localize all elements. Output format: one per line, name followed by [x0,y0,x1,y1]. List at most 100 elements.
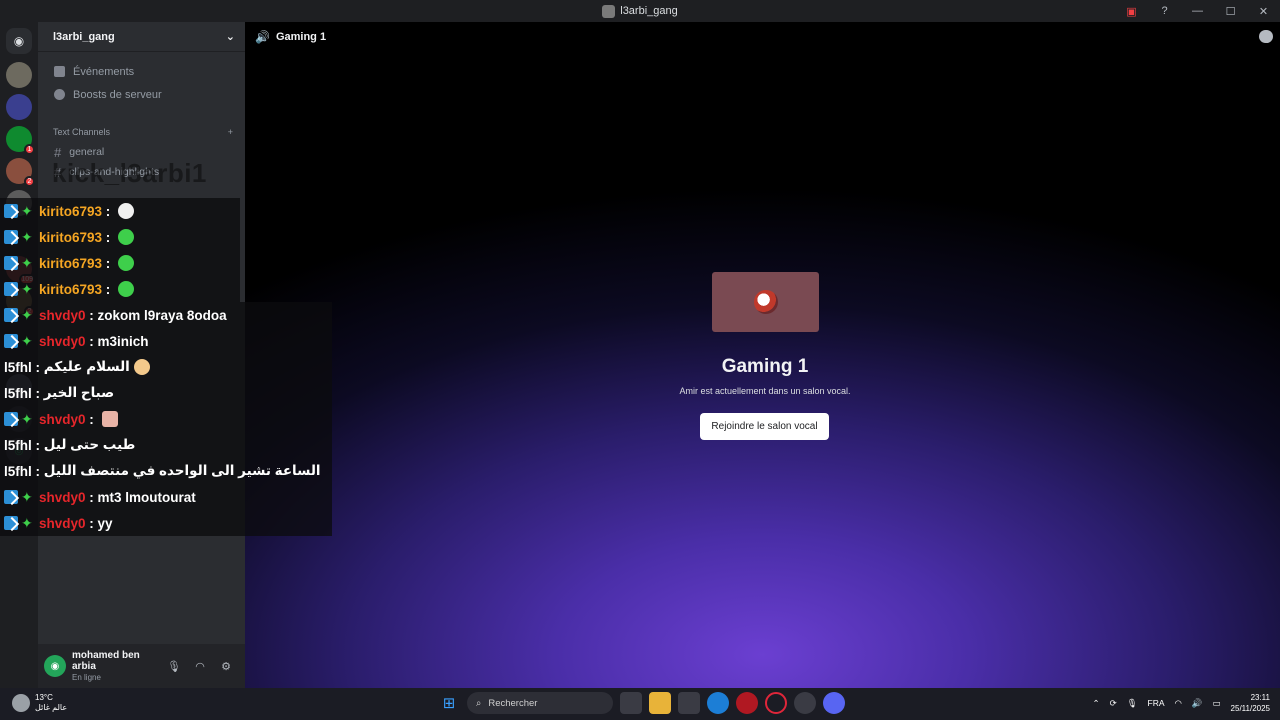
microphone-icon[interactable]: 🎙 [1127,698,1138,709]
weather-temp: 13°C [35,693,53,702]
discord-home-icon[interactable]: ◉ [6,28,32,54]
unread-badge: 1 [24,144,35,155]
chevron-down-icon: ⌄ [225,31,235,43]
weather-widget[interactable]: 13°C عالم غائل [12,693,67,713]
sub-badge-icon: ✦ [21,411,33,427]
chat-message: ✦ shvdy0 : yy [0,510,332,536]
user-name: mohamed ben arbia [72,649,140,672]
sub-badge-icon: ✦ [21,333,33,349]
system-tray: ⌃ ⟳ 🎙 FRA ◠ 🔊 ▭ 23:11 25/11/2025 [1092,692,1270,714]
server-icon-baytown[interactable] [6,62,32,88]
voice-channel-view: 🔊 Gaming 1 Gaming 1 Amir est actuellemen… [245,22,1280,688]
clock[interactable]: 23:11 25/11/2025 [1231,692,1270,714]
edge-icon[interactable] [707,692,729,714]
join-voice-button[interactable]: Rejoindre le salon vocal [700,413,829,440]
chat-separator: : [85,307,98,323]
events-link[interactable]: Événements [38,60,245,83]
file-explorer-icon[interactable] [649,692,671,714]
voice-channel-title: Gaming 1 [721,356,809,377]
opera-gx-icon[interactable] [765,692,787,714]
window-title: l3arbi_gang [602,4,678,18]
chat-text: mt3 lmoutourat [97,489,196,505]
calendar-icon [54,66,65,77]
language-indicator[interactable]: FRA [1148,698,1165,708]
chat-username: shvdy0 [39,333,86,349]
user-avatar[interactable]: ◉ [44,655,66,677]
boosts-label: Boosts de serveur [73,88,162,101]
stream-overlay-title: kick_l3arbi1 [52,158,207,188]
chat-message: ✦ shvdy0 : mt3 lmoutourat [0,484,332,510]
chat-message: ✦ shvdy0 : m3inich [0,328,332,354]
category-text-channels[interactable]: Text Channels + [38,122,245,142]
emote-icon [118,255,135,271]
chat-separator: : [85,515,98,531]
chat-username: shvdy0 [39,307,86,323]
obs-icon[interactable] [794,692,816,714]
app-icon[interactable] [736,692,758,714]
verified-badge-icon [4,516,18,530]
chat-message: ✦ kirito6793 : [0,198,240,224]
stream-chat-overlay: ✦ kirito6793 : ✦ kirito6793 : ✦ kirito6793 … [0,198,332,536]
server-header[interactable]: l3arbi_gang ⌄ [38,22,245,52]
maximize-button[interactable]: ☐ [1214,0,1247,22]
chat-username: kirito6793 [39,281,103,297]
server-icon[interactable]: 2 [6,158,35,187]
close-button[interactable]: ✕ [1247,0,1280,22]
chat-separator: : [85,489,98,505]
boost-icon [54,89,65,100]
discord-icon[interactable] [823,692,845,714]
sub-badge-icon: ✦ [21,515,33,531]
settings-gear-icon[interactable]: ⚙ [213,653,239,679]
chat-message: l5fhl : صباح الخير [0,380,332,406]
user-panel: ◉ mohamed ben arbia En ligne 🎙 ◠ ⚙ [38,644,245,688]
server-icon[interactable] [6,94,32,120]
chat-separator: : [31,463,44,479]
headphones-icon[interactable]: ◠ [187,653,213,679]
verified-badge-icon [4,490,18,504]
taskbar-apps: ⊞ ⌕ Rechercher [438,692,845,714]
emote-icon [118,203,135,219]
chat-message: ✦ kirito6793 : [0,224,240,250]
taskbar-search[interactable]: ⌕ Rechercher [467,692,613,714]
clock-date: 25/11/2025 [1230,704,1270,713]
verified-badge-icon [4,256,18,270]
windows-start-icon[interactable]: ⊞ [438,692,460,714]
channel-label: general [69,146,105,158]
category-label: Text Channels [53,127,111,137]
verified-badge-icon [4,308,18,322]
chat-message: ✦ shvdy0 : zokom l9raya 8odoa [0,302,332,328]
sub-badge-icon: ✦ [21,281,33,297]
chat-separator: : [102,255,115,271]
chat-separator: : [102,203,115,219]
server-boosts-link[interactable]: Boosts de serveur [38,83,245,106]
add-channel-icon[interactable]: + [228,127,233,137]
events-label: Événements [73,65,135,78]
search-placeholder: Rechercher [488,697,538,709]
server-icon[interactable]: 1 [6,126,35,155]
inbox-icon[interactable]: ▣ [1115,0,1148,22]
chat-username: kirito6793 [39,255,103,271]
battery-icon[interactable]: ▭ [1213,698,1221,709]
wifi-icon[interactable]: ◠ [1175,698,1182,709]
user-status: En ligne [72,672,101,682]
chat-separator: : [31,385,44,401]
chevron-up-icon[interactable]: ⌃ [1092,698,1099,709]
minimize-button[interactable]: — [1181,0,1214,22]
weather-desc: عالم غائل [35,703,68,712]
volume-icon[interactable]: 🔊 [1192,698,1203,709]
chat-text: yy [97,515,113,531]
verified-badge-icon [4,282,18,296]
microphone-icon[interactable]: 🎙 [161,653,187,679]
sync-icon[interactable]: ⟳ [1110,698,1117,709]
store-icon[interactable] [678,692,700,714]
chat-message: l5fhl : طيب حتى ليل [0,432,332,458]
window-title-text: l3arbi_gang [620,5,678,17]
chat-bubble-icon[interactable] [1259,30,1273,43]
weather-icon [12,694,30,712]
channel-header-title: Gaming 1 [275,31,327,43]
chat-username: shvdy0 [39,489,86,505]
help-icon[interactable]: ? [1148,0,1181,22]
chat-separator: : [31,359,44,375]
chat-username: kirito6793 [39,229,103,245]
task-view-icon[interactable] [620,692,642,714]
